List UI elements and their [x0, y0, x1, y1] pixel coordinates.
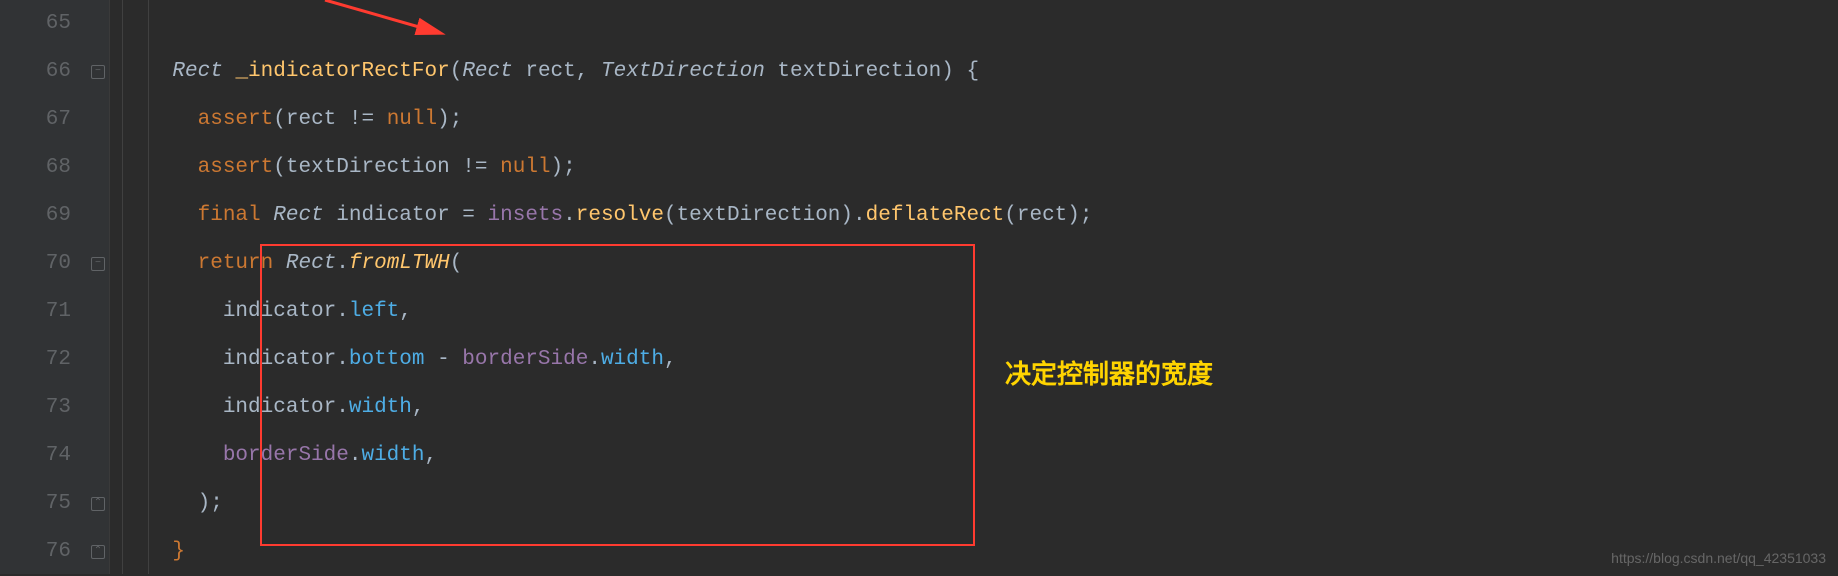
code-line[interactable]: [122, 0, 1093, 48]
line-number: 65: [0, 0, 109, 48]
code-lines: Rect _indicatorRectFor(Rect rect, TextDi…: [110, 0, 1093, 574]
code-line[interactable]: indicator.bottom - borderSide.width,: [122, 336, 1093, 384]
fold-icon[interactable]: −: [91, 257, 105, 271]
line-number: 66−: [0, 48, 109, 96]
fold-end-icon[interactable]: ⌃: [91, 497, 105, 511]
fold-end-icon[interactable]: ⌃: [91, 545, 105, 559]
code-line[interactable]: assert(textDirection != null);: [122, 144, 1093, 192]
code-line[interactable]: indicator.left,: [122, 288, 1093, 336]
code-editor: 65 66− 67 68 69 70− 71 72 73 74 75⌃ 76⌃ …: [0, 0, 1838, 574]
line-number: 68: [0, 144, 109, 192]
code-line[interactable]: Rect _indicatorRectFor(Rect rect, TextDi…: [122, 48, 1093, 96]
line-number: 73: [0, 384, 109, 432]
code-line[interactable]: return Rect.fromLTWH(: [122, 240, 1093, 288]
code-line[interactable]: }: [122, 528, 1093, 576]
line-number: 76⌃: [0, 528, 109, 576]
line-number: 71: [0, 288, 109, 336]
code-line[interactable]: borderSide.width,: [122, 432, 1093, 480]
watermark-text: https://blog.csdn.net/qq_42351033: [1611, 550, 1826, 566]
line-number: 67: [0, 96, 109, 144]
code-line[interactable]: );: [122, 480, 1093, 528]
line-number: 72: [0, 336, 109, 384]
line-gutter: 65 66− 67 68 69 70− 71 72 73 74 75⌃ 76⌃: [0, 0, 110, 574]
code-area[interactable]: Rect _indicatorRectFor(Rect rect, TextDi…: [110, 0, 1838, 574]
line-number: 70−: [0, 240, 109, 288]
line-number: 69: [0, 192, 109, 240]
annotation-text: 决定控制器的宽度: [1005, 354, 1213, 391]
code-line[interactable]: final Rect indicator = insets.resolve(te…: [122, 192, 1093, 240]
line-number: 74: [0, 432, 109, 480]
code-line[interactable]: assert(rect != null);: [122, 96, 1093, 144]
code-line[interactable]: indicator.width,: [122, 384, 1093, 432]
fold-icon[interactable]: −: [91, 65, 105, 79]
line-number: 75⌃: [0, 480, 109, 528]
